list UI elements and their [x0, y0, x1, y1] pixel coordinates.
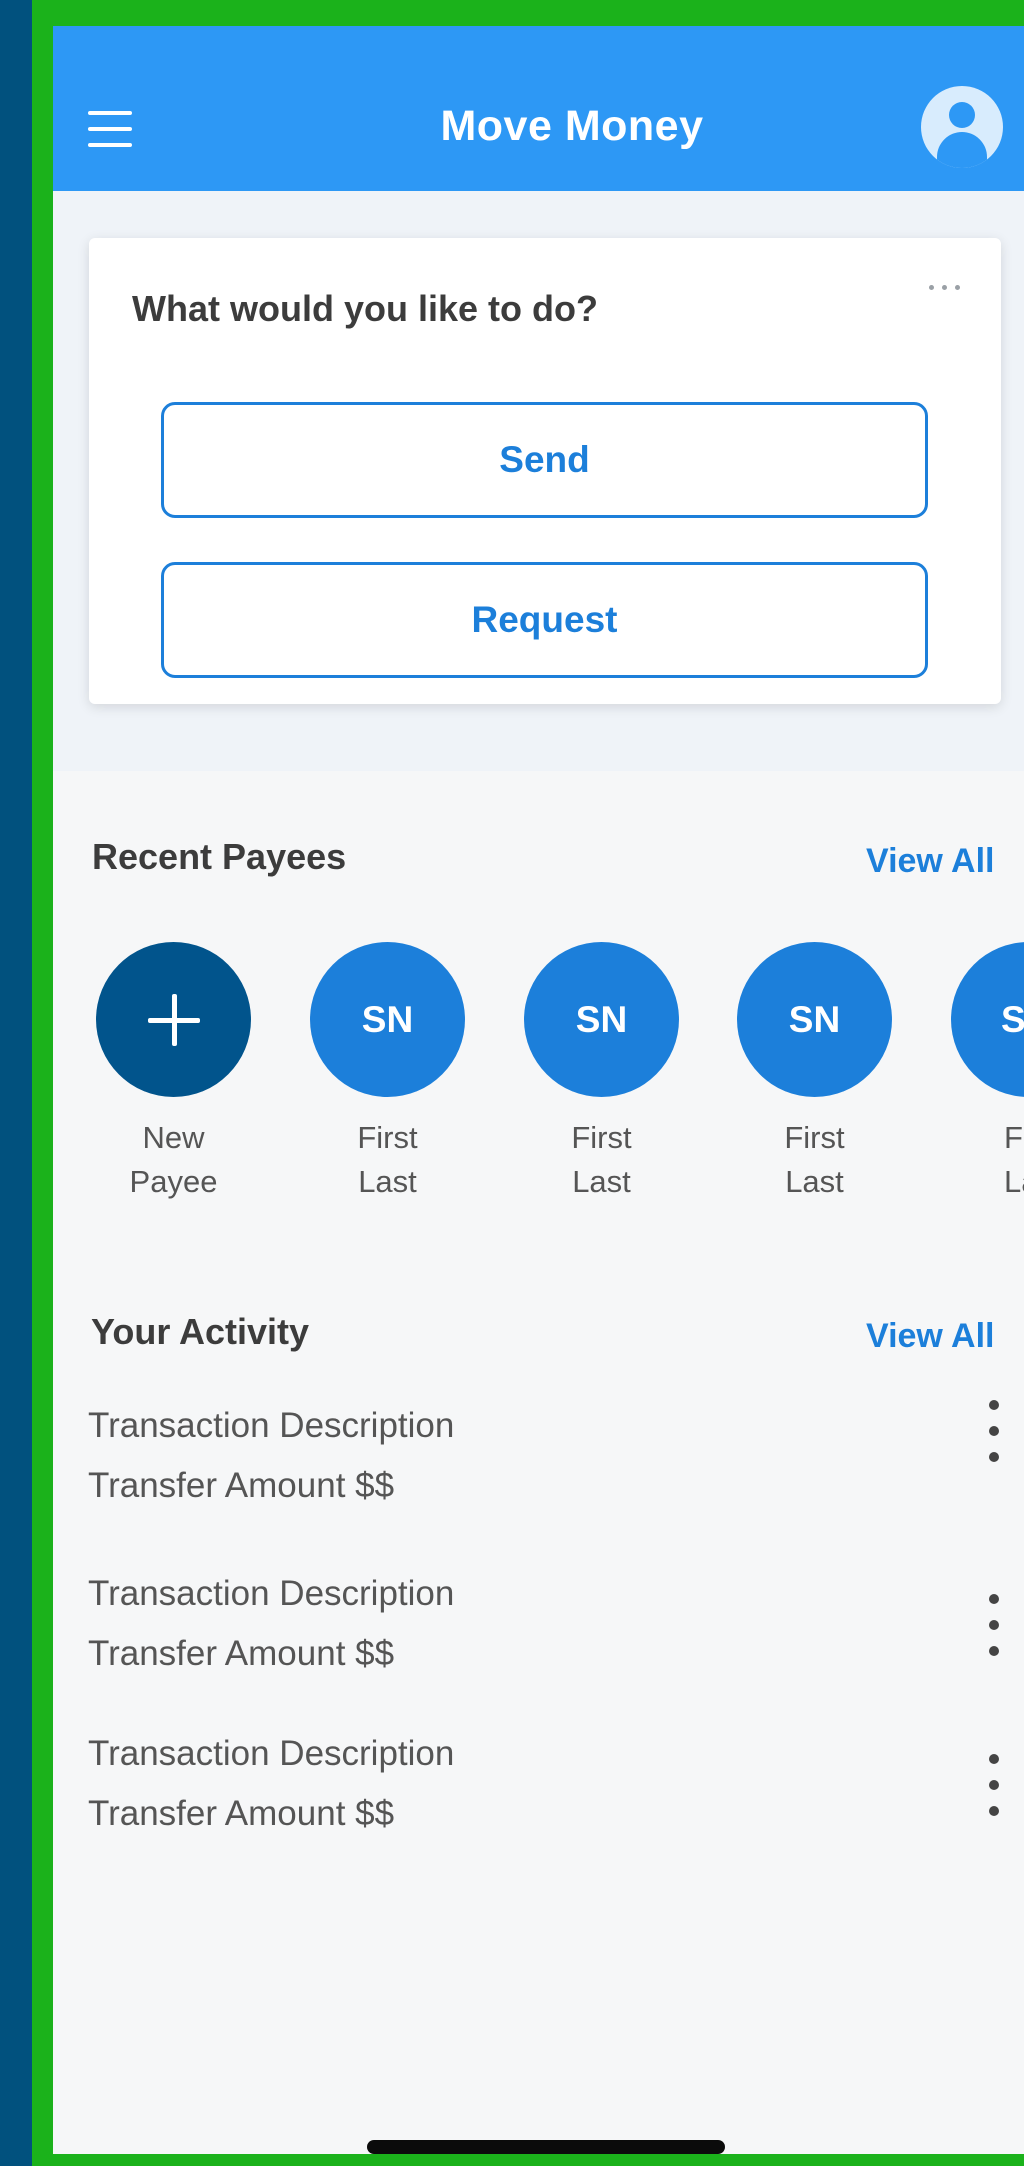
transfer-amount: Transfer Amount $$: [88, 1634, 395, 1673]
more-vertical-icon[interactable]: [983, 1594, 1005, 1660]
transaction-description: Transaction Description: [88, 1734, 455, 1773]
payee-label: First Last: [571, 1120, 632, 1199]
payee-label: First Last: [357, 1120, 418, 1199]
user-avatar-icon[interactable]: [921, 86, 1003, 168]
transfer-amount: Transfer Amount $$: [88, 1794, 395, 1833]
new-payee-button[interactable]: [96, 942, 251, 1097]
payee-label: First Last: [1004, 1120, 1024, 1199]
app-header: Move Money: [53, 26, 1024, 191]
your-activity-title: Your Activity: [91, 1311, 310, 1352]
transfer-amount: Transfer Amount $$: [88, 1466, 395, 1505]
page-title: Move Money: [440, 102, 704, 150]
recent-payees-title: Recent Payees: [92, 836, 347, 877]
more-vertical-icon[interactable]: [983, 1400, 1005, 1466]
new-payee-label: New Payee: [129, 1120, 218, 1199]
transaction-description: Transaction Description: [88, 1406, 455, 1445]
activity-list-item[interactable]: Transaction Description Transfer Amount …: [53, 1724, 1024, 1864]
request-button[interactable]: Request: [161, 562, 928, 678]
payee-label: First Last: [784, 1120, 845, 1199]
payee-avatar[interactable]: SN: [310, 942, 465, 1097]
more-vertical-icon[interactable]: [983, 1754, 1005, 1820]
activity-list-item[interactable]: Transaction Description Transfer Amount …: [53, 1396, 1024, 1536]
activity-list-item[interactable]: Transaction Description Transfer Amount …: [53, 1564, 1024, 1704]
payee-avatar[interactable]: SN: [737, 942, 892, 1097]
card-question: What would you like to do?: [132, 288, 598, 329]
plus-icon: [144, 990, 204, 1050]
payee-avatar[interactable]: SN: [951, 942, 1024, 1097]
payee-avatar[interactable]: SN: [524, 942, 679, 1097]
send-button[interactable]: Send: [161, 402, 928, 518]
home-indicator: [367, 2140, 725, 2154]
payees-view-all-link[interactable]: View All: [866, 842, 995, 881]
phone-screen: Move Money What would you like to do? Se…: [53, 26, 1024, 2154]
activity-view-all-link[interactable]: View All: [866, 1317, 995, 1356]
transaction-description: Transaction Description: [88, 1574, 455, 1613]
action-card: What would you like to do? Send Request: [89, 238, 1001, 704]
more-options-icon[interactable]: [923, 280, 967, 294]
